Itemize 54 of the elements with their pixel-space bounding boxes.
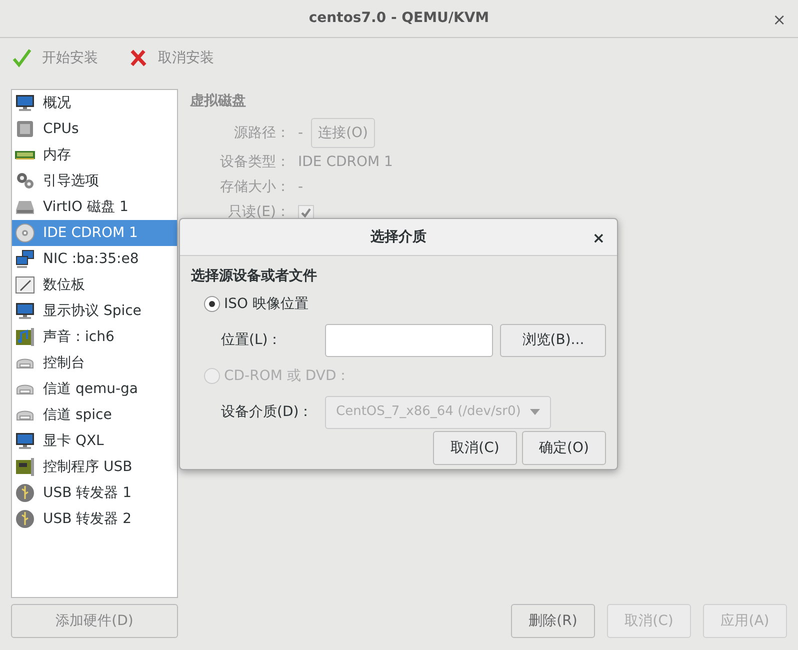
monitor-icon (15, 431, 35, 451)
gears-icon (15, 171, 35, 191)
dialog-button[interactable]: 确定(O) (522, 431, 606, 465)
checkmark-icon (300, 206, 312, 218)
chip-icon (15, 119, 35, 139)
sidebar-item[interactable]: 信道 qemu-ga (12, 376, 177, 402)
sidebar-item[interactable]: NIC :ba:35:e8 (12, 246, 177, 272)
sidebar-item[interactable]: CPUs (12, 116, 177, 142)
network-icon (15, 249, 35, 269)
sidebar-item[interactable]: 数位板 (12, 272, 177, 298)
dialog-heading: 选择源设备或者文件 (191, 267, 318, 286)
sound-card-icon (15, 327, 35, 347)
sidebar-item[interactable]: 显卡 QXL (12, 428, 177, 454)
sidebar-item[interactable]: 控制程序 USB (12, 454, 177, 480)
field-label: 存储大小： (219, 178, 290, 197)
close-button[interactable]: × (772, 8, 786, 32)
sidebar-item[interactable]: 声音：ich6 (12, 324, 177, 350)
cross-icon (128, 48, 148, 68)
dialog-button[interactable]: 取消(C) (433, 431, 517, 465)
usb-icon (15, 483, 35, 503)
field-value: IDE CDROM 1 (298, 153, 394, 172)
section-heading: 虚拟磁盘 (190, 92, 247, 111)
field-value: - (298, 124, 304, 142)
browse-button[interactable]: 浏览(B)... (500, 324, 606, 356)
field-label: 位置(L)： (221, 330, 283, 350)
sidebar-item[interactable]: 概况 (12, 90, 177, 116)
field-label: 只读(E)： (227, 203, 290, 222)
sidebar-item[interactable]: VirtIO 磁盘 1 (12, 194, 177, 220)
window-title: centos7.0 - QEMU/KVM (308, 9, 490, 28)
disc-icon (15, 223, 35, 243)
sidebar-item[interactable]: USB 转发器 1 (12, 480, 177, 506)
controller-card-icon (15, 457, 35, 477)
tablet-icon (15, 275, 35, 295)
monitor-icon (15, 301, 35, 321)
sidebar-item[interactable]: 信道 spice (12, 402, 177, 428)
location-field[interactable] (325, 324, 494, 356)
sidebar-item[interactable]: 内存 (12, 142, 177, 168)
usb-icon (15, 509, 35, 529)
radio-option[interactable]: ISO 映像位置 (204, 291, 606, 317)
field-value: - (298, 178, 304, 197)
field-label: 设备类型： (219, 153, 290, 172)
close-button[interactable]: × (592, 227, 605, 250)
monitor-icon (15, 93, 35, 113)
sidebar-item[interactable]: 显示协议 Spice (12, 298, 177, 324)
dialog-title: 选择介质 (370, 228, 426, 246)
sidebar-item[interactable]: USB 转发器 2 (12, 506, 177, 532)
radio-button[interactable] (204, 296, 220, 312)
footer-button[interactable]: 删除(R) (511, 604, 595, 638)
sidebar-item[interactable]: 引导选项 (12, 168, 177, 194)
field-label: 源路径： (233, 124, 290, 142)
dropdown-caret-icon (530, 409, 540, 415)
field-label: 设备介质(D)： (221, 402, 314, 422)
checkmark-icon (12, 48, 32, 68)
sidebar-item[interactable]: 控制台 (12, 350, 177, 376)
